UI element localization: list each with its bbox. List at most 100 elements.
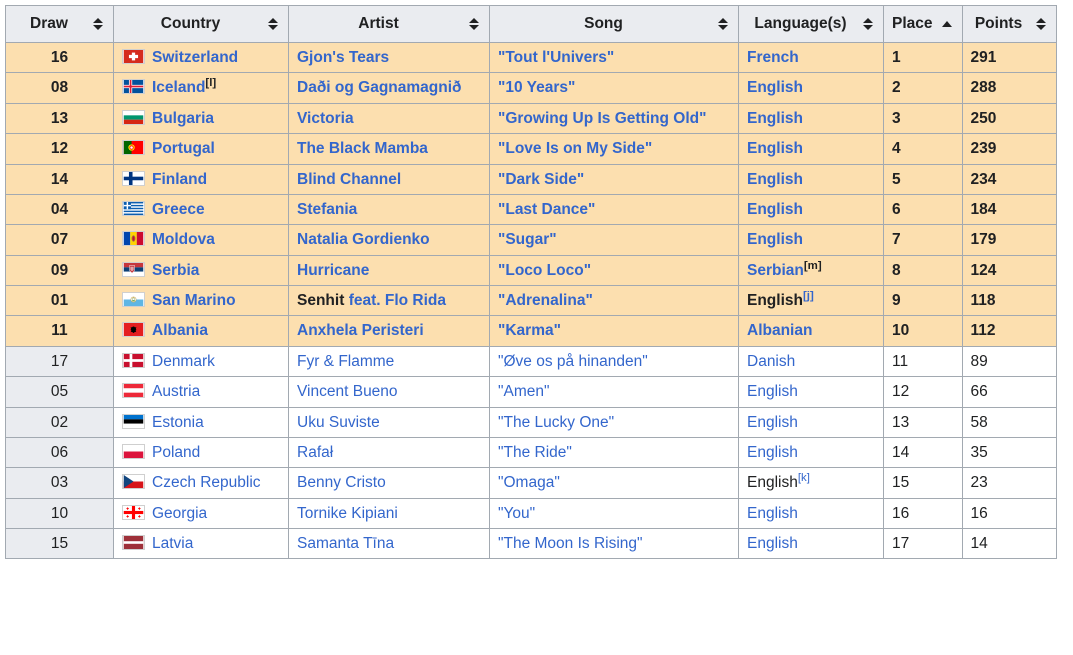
table-row: 03 Czech Republic Benny Cristo "Omaga" Engli… (5, 467, 1057, 499)
artist-name[interactable]: Fyr & Flamme (297, 353, 394, 370)
cell-country: Portugal (113, 133, 289, 165)
cell-song[interactable]: "10 Years" (489, 72, 739, 104)
cell-song[interactable]: "The Ride" (489, 436, 739, 469)
artist-name[interactable]: Gjon's Tears (297, 49, 389, 66)
cell-song[interactable]: "Adrenalina" (489, 284, 739, 317)
country-link[interactable]: Switzerland (152, 48, 238, 67)
country-link[interactable]: Bulgaria (152, 109, 214, 128)
cell-draw: 04 (5, 193, 114, 226)
artist-name[interactable]: Senhit (297, 292, 344, 309)
artist-feature[interactable]: feat. Flo Rida (349, 292, 446, 309)
artist-name[interactable]: Victoria (297, 110, 354, 127)
language-link[interactable]: English (747, 231, 803, 248)
language-link[interactable]: Danish (747, 353, 795, 370)
cell-artist: Vincent Bueno (288, 376, 490, 408)
language-link[interactable]: English (747, 171, 803, 188)
cell-draw: 05 (5, 376, 114, 408)
artist-name[interactable]: Samanta Tīna (297, 535, 394, 552)
country-link[interactable]: Austria (152, 382, 200, 401)
column-header-place[interactable]: Place (883, 5, 963, 43)
country-link[interactable]: San Marino (152, 291, 236, 310)
language-link[interactable]: French (747, 49, 799, 66)
cell-country: Czech Republic (113, 467, 289, 499)
column-header-artist[interactable]: Artist (288, 5, 490, 43)
cell-song[interactable]: "The Lucky One" (489, 406, 739, 438)
country-link[interactable]: Georgia (152, 504, 207, 523)
artist-name[interactable]: Stefania (297, 201, 357, 218)
cell-song[interactable]: "Last Dance" (489, 193, 739, 226)
language-link[interactable]: Albanian (747, 322, 812, 339)
country-link[interactable]: Denmark (152, 352, 215, 371)
cell-country: Albania (113, 315, 289, 347)
artist-name[interactable]: Benny Cristo (297, 474, 386, 491)
cell-country: Finland (113, 163, 289, 195)
language-link[interactable]: English (747, 505, 798, 522)
language-link[interactable]: English (747, 201, 803, 218)
sort-toggle-icon[interactable] (91, 17, 105, 31)
column-header-points[interactable]: Points (961, 5, 1057, 43)
language-link[interactable]: English (747, 110, 803, 127)
cell-song[interactable]: "Dark Side" (489, 163, 739, 195)
cell-song[interactable]: "Loco Loco" (489, 254, 739, 287)
sort-toggle-icon[interactable] (1034, 17, 1048, 31)
language-ref[interactable]: [k] (798, 472, 810, 484)
country-link[interactable]: Estonia (152, 413, 204, 432)
country-link[interactable]: Portugal (152, 139, 215, 158)
artist-name[interactable]: Uku Suviste (297, 414, 380, 431)
artist-name[interactable]: Rafał (297, 444, 333, 461)
artist-name[interactable]: Daði og Gagnamagnið (297, 79, 461, 96)
language-link[interactable]: English (747, 535, 798, 552)
country-link[interactable]: Poland (152, 443, 200, 462)
country-link[interactable]: Serbia (152, 261, 199, 280)
language-ref[interactable]: [j] (803, 290, 814, 302)
cell-song[interactable]: "Tout l'Univers" (489, 41, 739, 74)
column-header-lang[interactable]: Language(s) (738, 5, 884, 43)
artist-name[interactable]: The Black Mamba (297, 140, 428, 157)
column-header-draw[interactable]: Draw (5, 5, 114, 43)
artist-name[interactable]: Hurricane (297, 262, 369, 279)
language-ref[interactable]: [m] (804, 259, 822, 271)
country-ref[interactable]: [l] (205, 77, 216, 89)
country-link[interactable]: Latvia (152, 534, 193, 553)
language-link[interactable]: English (747, 79, 803, 96)
sort-toggle-icon[interactable] (467, 17, 481, 31)
language-link[interactable]: English (747, 292, 803, 309)
cell-song[interactable]: "Sugar" (489, 224, 739, 256)
cell-song[interactable]: "The Moon Is Rising" (489, 527, 739, 560)
artist-name[interactable]: Tornike Kipiani (297, 505, 398, 522)
cell-song[interactable]: "Love Is on My Side" (489, 133, 739, 165)
cell-song[interactable]: "Øve os på hinanden" (489, 345, 739, 378)
country-link[interactable]: Finland (152, 170, 207, 189)
cell-artist: Blind Channel (288, 163, 490, 195)
artist-name[interactable]: Vincent Bueno (297, 383, 398, 400)
artist-name[interactable]: Anxhela Peristeri (297, 322, 424, 339)
artist-name[interactable]: Blind Channel (297, 171, 401, 188)
country-link[interactable]: Greece (152, 200, 205, 219)
language-link[interactable]: English (747, 140, 803, 157)
sort-toggle-icon[interactable] (716, 17, 730, 31)
cell-song[interactable]: "Amen" (489, 376, 739, 408)
cell-song[interactable]: "You" (489, 497, 739, 530)
cell-place: 16 (883, 497, 963, 530)
cell-artist: Victoria (288, 102, 490, 135)
sort-ascending-icon[interactable] (940, 17, 954, 31)
column-header-song[interactable]: Song (489, 5, 739, 43)
country-link[interactable]: Albania (152, 321, 208, 340)
table-body: 16 Switzerland Gjon's Tears "Tout l'Univers… (5, 41, 1057, 560)
artist-name[interactable]: Natalia Gordienko (297, 231, 430, 248)
country-link[interactable]: Iceland (152, 78, 205, 97)
sort-toggle-icon[interactable] (861, 17, 875, 31)
language-link[interactable]: English (747, 383, 798, 400)
language-link[interactable]: English (747, 414, 798, 431)
country-link[interactable]: Moldova (152, 230, 215, 249)
language-link[interactable]: English (747, 474, 798, 491)
column-header-country[interactable]: Country (113, 5, 289, 43)
cell-song[interactable]: "Karma" (489, 315, 739, 347)
sort-toggle-icon[interactable] (266, 17, 280, 31)
cell-song[interactable]: "Growing Up Is Getting Old" (489, 102, 739, 135)
language-link[interactable]: Serbian (747, 262, 804, 279)
country-link[interactable]: Czech Republic (152, 473, 261, 492)
cell-song[interactable]: "Omaga" (489, 467, 739, 499)
cell-language: English (738, 406, 884, 438)
language-link[interactable]: English (747, 444, 798, 461)
